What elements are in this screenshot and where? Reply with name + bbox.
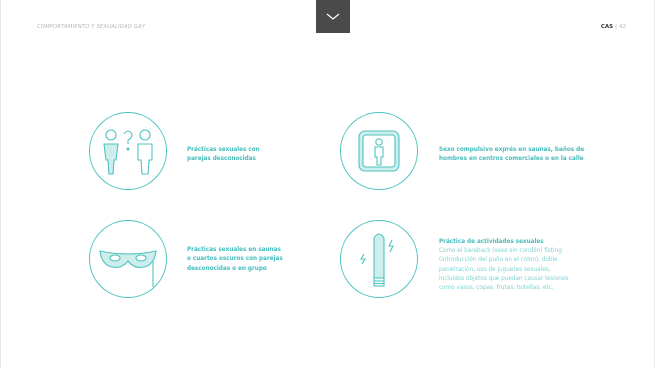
section-title: COMPORTAMIENTO Y SEXUALIDAD GAY xyxy=(37,24,146,30)
vibrator-icon xyxy=(360,233,394,287)
item-4-line-1: Como el bareback (sexo sin condón) fisti… xyxy=(439,248,562,254)
item-4-line-3: penetración, uso de juguetes sexuales, xyxy=(439,266,551,273)
item-4-line-5: como vasos, copas, frutas, botellas, etc… xyxy=(439,285,554,292)
item-3-line-3: desconocidas o en grupo xyxy=(187,265,267,272)
people-question-icon-circle xyxy=(89,112,167,190)
item-2-line-2: hombres en centros comerciales o en la c… xyxy=(439,156,584,163)
item-4-line-2: (introducción del puño en el colon), dob… xyxy=(439,257,558,264)
menu-toggle-button[interactable] xyxy=(316,0,350,33)
page-number-value: 42 xyxy=(619,24,626,30)
item-3-text: Prácticas sexuales en saunas o cuartos o… xyxy=(187,246,283,274)
item-2-text: Sexo compulsivo exprés en saunas, baños … xyxy=(439,146,584,165)
item-3-line-1: Prácticas sexuales en saunas xyxy=(187,247,281,253)
item-4-line-4: incluidos objetos que puedan causar lesi… xyxy=(439,275,569,282)
people-question-icon xyxy=(103,129,153,175)
page-separator: | xyxy=(615,24,617,30)
item-1-line-2: parejas desconocidas xyxy=(187,156,256,163)
page: COMPORTAMIENTO Y SEXUALIDAD GAY CAS | 42 P… xyxy=(0,0,655,368)
page-code: CAS xyxy=(600,24,614,30)
item-1-text: Prácticas sexuales con parejas desconoci… xyxy=(187,146,260,165)
item-2-line-1: Sexo compulsivo exprés en saunas, baños … xyxy=(439,147,585,153)
item-4-body: Como el bareback (sexo sin condón) fisti… xyxy=(439,247,568,293)
chevron-down-icon xyxy=(326,13,340,20)
item-4-title: Práctica de actividades sexuales xyxy=(439,239,544,245)
vibrator-icon-circle xyxy=(340,220,418,298)
person-in-booth-icon xyxy=(358,130,400,172)
item-3-line-2: o cuartos oscuros con parejas xyxy=(187,256,283,263)
page-number: CAS | 42 xyxy=(601,24,626,30)
person-in-booth-icon-circle xyxy=(340,112,418,190)
mask-icon-circle xyxy=(89,220,167,298)
item-1-line-1: Prácticas sexuales con xyxy=(187,147,260,153)
mask-icon xyxy=(99,250,157,287)
